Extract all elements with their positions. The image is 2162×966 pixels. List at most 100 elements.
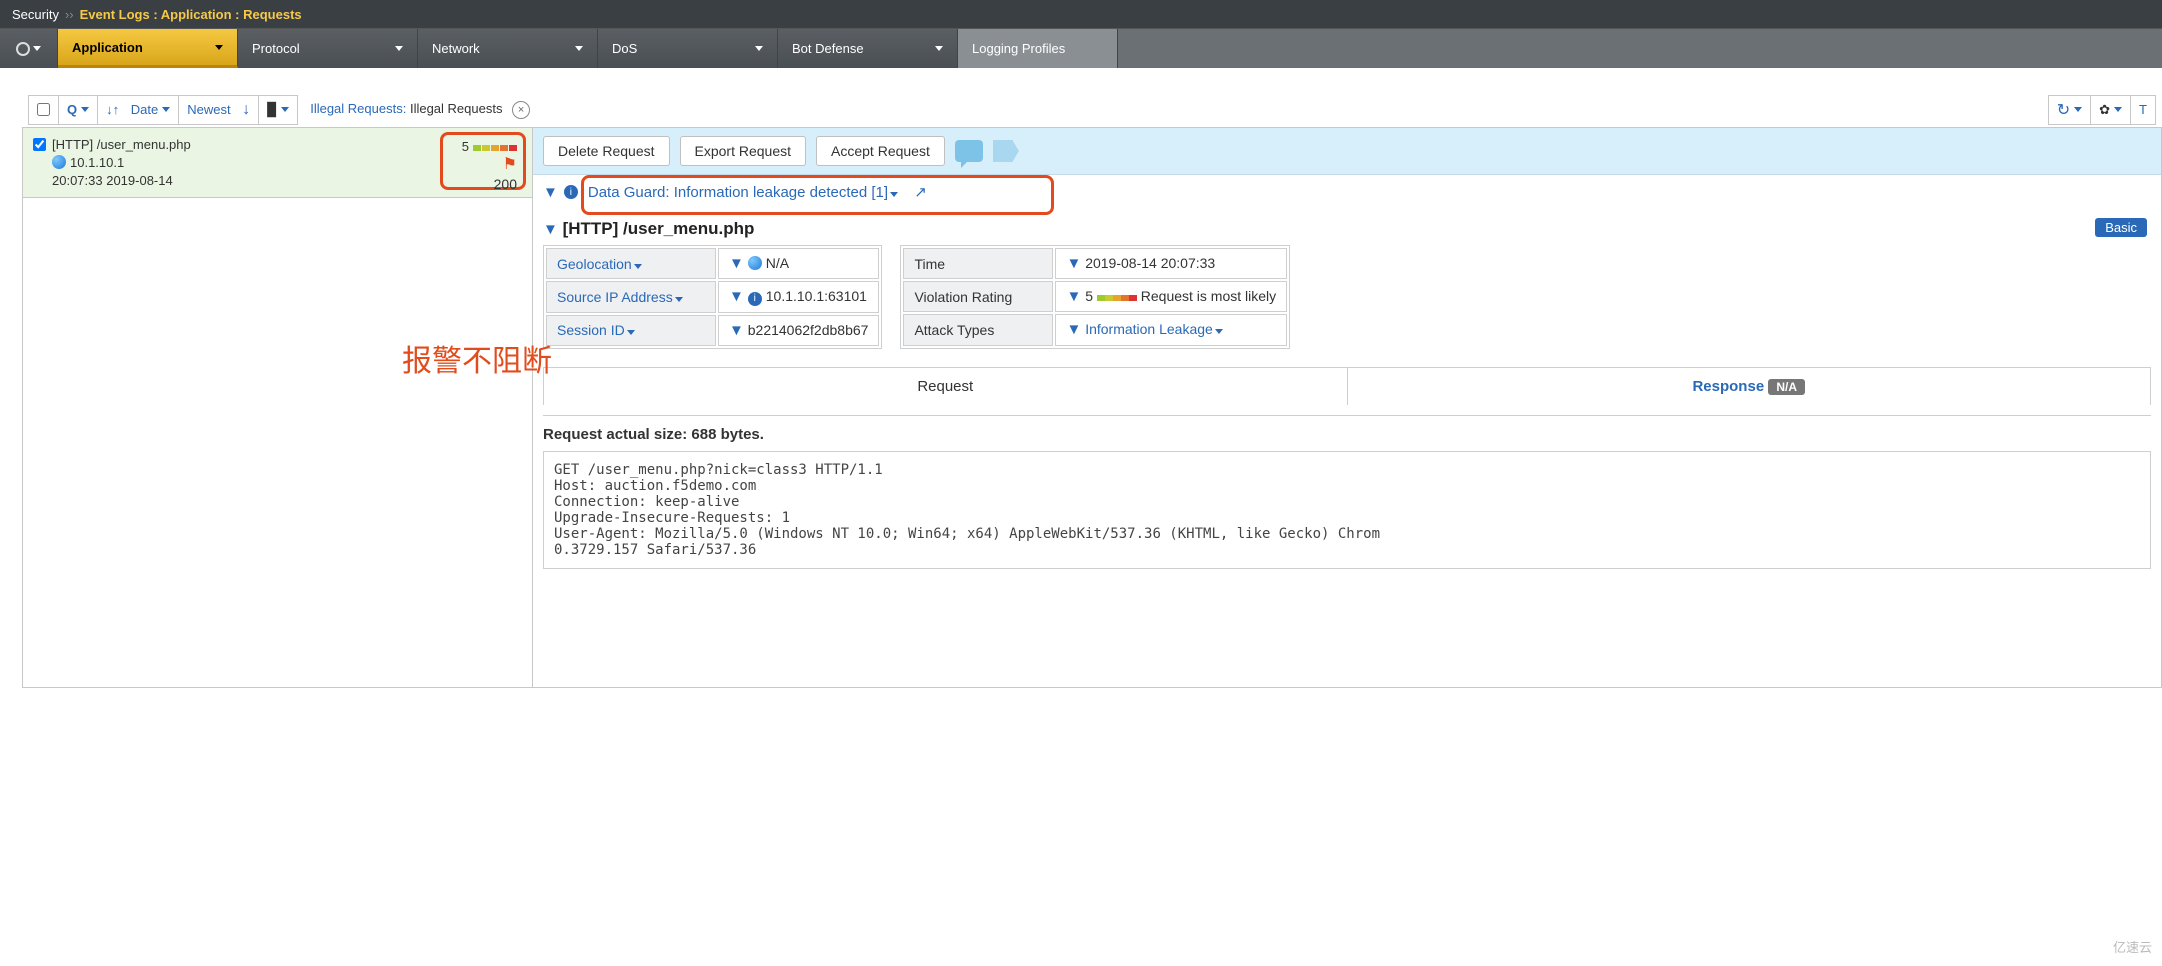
geolocation-label[interactable]: Geolocation [546,248,716,279]
export-request-button[interactable]: Export Request [680,136,807,166]
annotation-overlay: 报警不阻断 [402,336,552,380]
bookmark-dropdown[interactable]: ▉ [259,95,298,125]
tab-loggingprofiles[interactable]: Logging Profiles [958,29,1118,68]
tab-application[interactable]: Application [58,29,238,68]
rating-box-highlight: 5 ⚑ 200 [440,132,526,190]
request-list: [HTTP] /user_menu.php 10.1.10.1 20:07:33… [23,128,533,687]
chevron-down-icon [215,45,223,50]
title-path: /user_menu.php [623,219,754,238]
filter-label: Illegal Requests: [310,101,406,116]
request-size-label: Request actual size: 688 bytes. [543,426,2151,443]
bookmark-icon: ▉ [267,102,277,118]
table-row: Session ID▼ b2214062f2db8b67 [546,315,879,346]
view-mode-toggle[interactable]: Basic [2095,220,2151,235]
chevron-down-icon [575,46,583,51]
mode-basic-badge[interactable]: Basic [2095,218,2147,237]
filter-icon[interactable]: ▼ [729,288,744,305]
sort-order-dropdown[interactable]: Newest ↓ [179,95,259,125]
list-item[interactable]: [HTTP] /user_menu.php 10.1.10.1 20:07:33… [23,128,532,198]
main-split: [HTTP] /user_menu.php 10.1.10.1 20:07:33… [22,128,2162,688]
chevron-down-icon [162,107,170,112]
breadcrumb-root[interactable]: Security [12,7,59,22]
filter-icon[interactable]: ▼ [543,221,558,238]
attack-value: ▼ Information Leakage [1055,314,1287,345]
na-badge: N/A [1768,379,1805,395]
tab-label: Request [917,378,973,395]
active-filter-chip: Illegal Requests: Illegal Requests × [310,101,530,119]
filter-icon[interactable]: ▼ [1066,255,1081,272]
remove-filter-button[interactable]: × [512,101,530,119]
rating-bar [1097,288,1137,304]
request-body-section: Request actual size: 688 bytes. GET /use… [543,415,2151,569]
rating-value: ▼ 5 Request is most likely [1055,281,1287,312]
request-raw[interactable]: GET /user_menu.php?nick=class3 HTTP/1.1 … [543,451,2151,569]
tab-label: Logging Profiles [972,41,1065,56]
breadcrumb: Security ›› Event Logs : Application : R… [0,0,2162,28]
filter-icon[interactable]: ▼ [1066,321,1081,338]
action-bar: Delete Request Export Request Accept Req… [533,128,2161,175]
info-icon[interactable]: i [748,292,762,306]
refresh-button[interactable]: ↻ [2048,95,2091,125]
chevron-down-icon [281,107,289,112]
comment-icon[interactable] [955,140,983,162]
title-protocol: [HTTP] [563,219,619,238]
tag-icon[interactable] [993,140,1019,162]
chevron-down-icon [395,46,403,51]
tab-label: Bot Defense [792,41,864,56]
checkbox[interactable] [37,103,50,116]
breadcrumb-separator: ›› [65,7,74,22]
row-protocol: [HTTP] [52,137,93,152]
table-row: Geolocation▼ N/A [546,248,879,279]
sourceip-label[interactable]: Source IP Address [546,281,716,313]
row-ip: 10.1.10.1 [70,155,124,170]
chevron-down-icon [634,264,642,269]
chevron-down-icon [755,46,763,51]
search-dropdown[interactable]: Q [59,95,98,125]
gear-icon [16,42,30,56]
info-icon[interactable]: i [564,185,578,199]
tab-label: Network [432,41,480,56]
tab-protocol[interactable]: Protocol [238,29,418,68]
tab-label: Protocol [252,41,300,56]
watermark: 亿速云 [2113,937,2152,956]
accept-request-button[interactable]: Accept Request [816,136,945,166]
filter-value: Illegal Requests [410,101,503,116]
rating-label: Violation Rating [903,281,1053,312]
left-info-table: Geolocation▼ N/A Source IP Address▼ i10.… [543,245,882,349]
tab-label: Response [1692,378,1764,395]
info-tables: Geolocation▼ N/A Source IP Address▼ i10.… [533,245,2161,349]
tab-dos[interactable]: DoS [598,29,778,68]
more-button[interactable]: T [2131,95,2156,125]
violation-summary-row: ▼ i Data Guard: Information leakage dete… [533,175,2161,209]
select-all-checkbox[interactable] [28,95,59,125]
row-path: /user_menu.php [97,137,191,152]
filter-icon[interactable]: ▼ [1066,288,1081,305]
filter-icon[interactable]: ▼ [543,184,558,201]
arrow-down-icon: ↓ [242,101,250,119]
table-row: Violation Rating▼ 5 Request is most like… [903,281,1287,312]
table-row: Source IP Address▼ i10.1.10.1:63101 [546,281,879,313]
tab-label: Application [72,40,143,55]
main-tabstrip: Application Protocol Network DoS Bot Def… [0,28,2162,68]
chevron-down-icon [2114,107,2122,112]
body-tabstrip: Request Response N/A [543,367,2151,405]
globe-icon [748,256,762,270]
tab-request[interactable]: Request [544,368,1348,405]
delete-request-button[interactable]: Delete Request [543,136,670,166]
tab-response[interactable]: Response N/A [1348,368,2151,405]
session-label[interactable]: Session ID [546,315,716,346]
globe-icon [52,155,66,169]
highlight-frame [581,175,1054,215]
right-info-table: Time▼ 2019-08-14 20:07:33 Violation Rati… [900,245,1290,349]
tab-botdefense[interactable]: Bot Defense [778,29,958,68]
filter-icon[interactable]: ▼ [729,255,744,272]
filter-icon[interactable]: ▼ [729,322,744,339]
chevron-down-icon [627,330,635,335]
row-checkbox[interactable] [33,138,46,151]
tab-network[interactable]: Network [418,29,598,68]
breadcrumb-path[interactable]: Event Logs : Application : Requests [80,7,302,22]
refresh-icon: ↻ [2057,100,2070,120]
settings-button[interactable]: ✿ [2091,95,2131,125]
gear-menu[interactable] [0,29,58,68]
sort-field-dropdown[interactable]: ↓↑ Date [98,95,179,125]
